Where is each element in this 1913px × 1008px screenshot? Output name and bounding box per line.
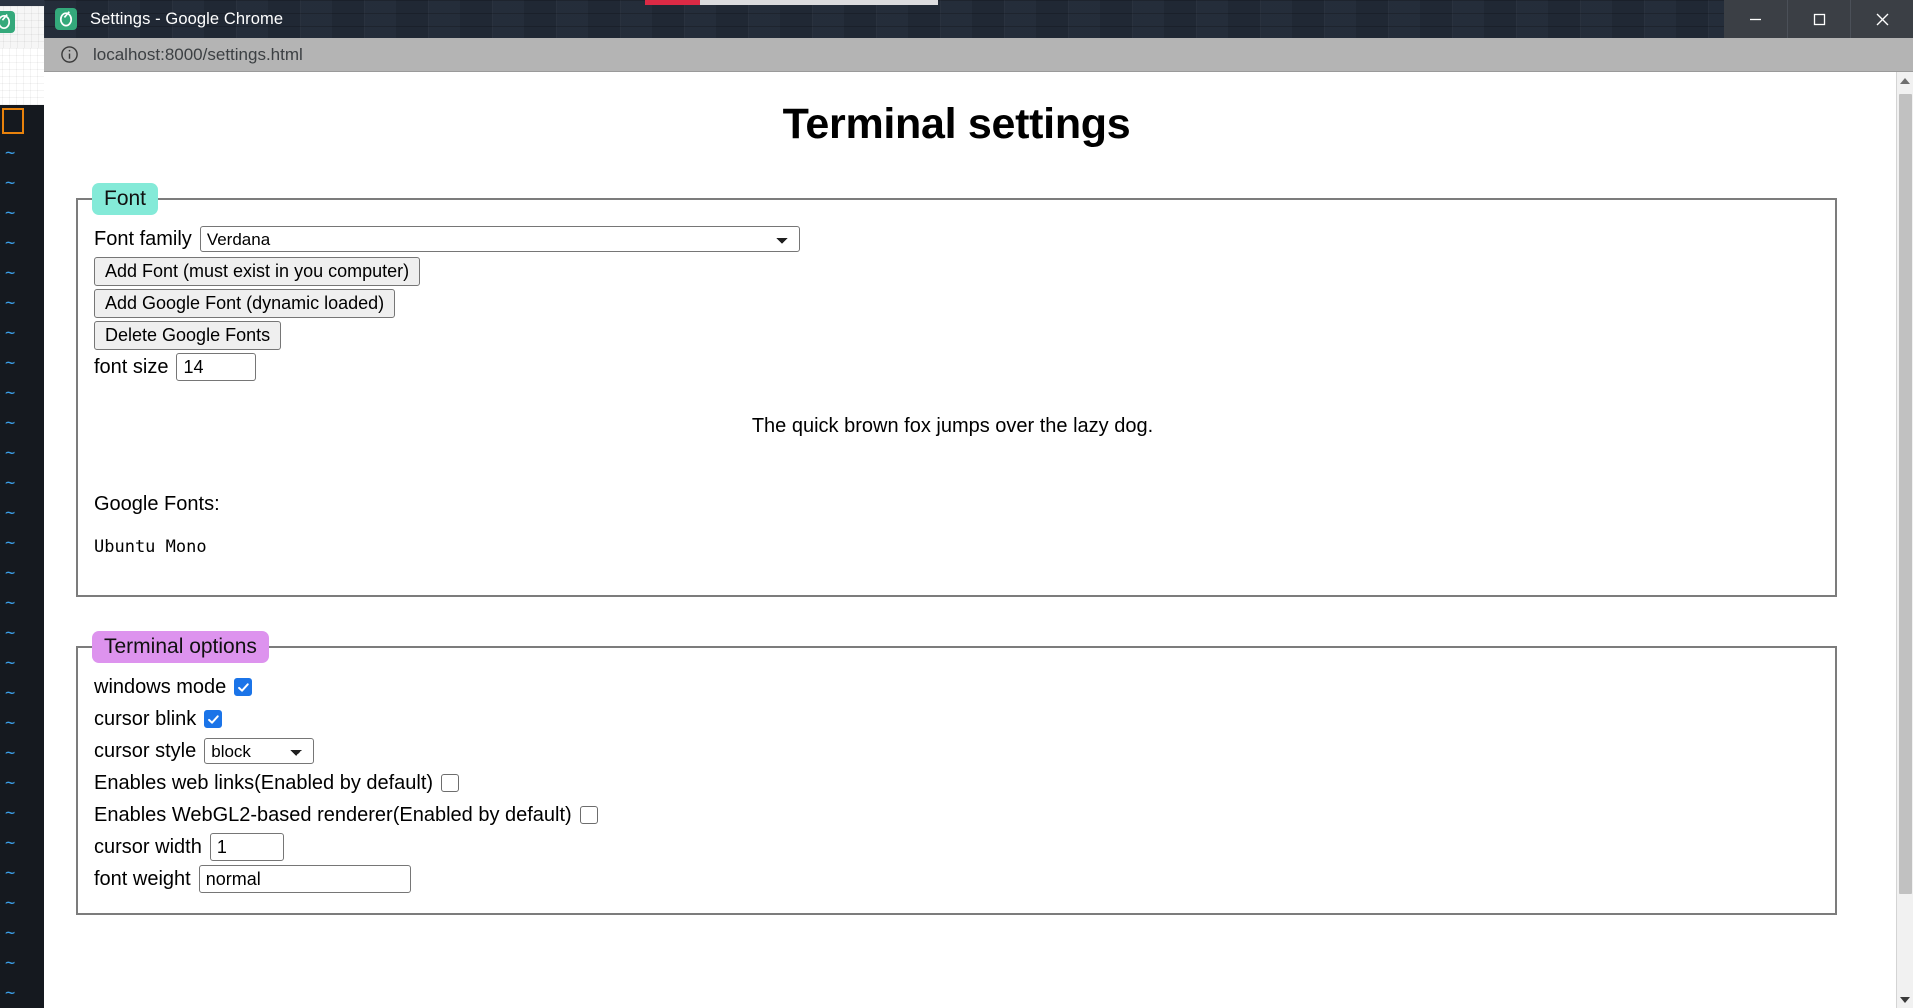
- cursor-blink-label: cursor blink: [94, 707, 197, 730]
- webgl2-checkbox[interactable]: [579, 806, 598, 824]
- terminal-tilde: ~: [5, 533, 16, 553]
- terminal-tilde: ~: [5, 323, 16, 343]
- terminal-tilde: ~: [5, 563, 16, 583]
- terminal-tilde: ~: [5, 923, 16, 943]
- address-bar[interactable]: localhost:8000/settings.html: [44, 38, 1913, 72]
- windows-mode-label: windows mode: [94, 675, 227, 698]
- terminal-tilde: ~: [5, 983, 16, 1003]
- cursor-style-select[interactable]: block: [204, 738, 315, 764]
- terminal-tilde: ~: [5, 893, 16, 913]
- window-title: Settings - Google Chrome: [90, 9, 284, 28]
- scrollbar-thumb[interactable]: [1899, 94, 1912, 894]
- cursor-width-row: cursor width: [78, 833, 1835, 861]
- font-family-label: Font family: [94, 227, 192, 250]
- font-weight-row: font weight: [78, 865, 1835, 893]
- windows-mode-row: windows mode: [78, 673, 1835, 701]
- cursor-style-label: cursor style: [94, 739, 197, 762]
- cursor-blink-row: cursor blink: [78, 705, 1835, 733]
- font-size-row: font size: [78, 353, 1835, 381]
- terminal-tilde: ~: [5, 383, 16, 403]
- font-section-legend: Font: [92, 183, 159, 215]
- terminal-tilde: ~: [5, 353, 16, 373]
- add-google-font-button[interactable]: Add Google Font (dynamic loaded): [94, 289, 396, 318]
- page-content: Terminal settings Font Font family Verda…: [44, 72, 1869, 941]
- terminal-tilde: ~: [5, 233, 16, 253]
- terminal-tilde: ~: [5, 143, 16, 163]
- terminal-tilde: ~: [5, 803, 16, 823]
- terminal-tilde: ~: [5, 953, 16, 973]
- terminal-tilde: ~: [5, 503, 16, 523]
- chrome-browser-window: Settings - Google Chrome localhost:8000/…: [44, 0, 1913, 1008]
- cursor-width-label: cursor width: [94, 835, 202, 858]
- terminal-cursor: [2, 108, 24, 134]
- google-fonts-label: Google Fonts:: [94, 493, 220, 515]
- google-font-list-item[interactable]: Ubuntu Mono: [94, 537, 1835, 557]
- font-weight-label: font weight: [94, 867, 191, 890]
- font-family-row: Font family Verdana: [78, 225, 1835, 253]
- terminal-tilde: ~: [5, 833, 16, 853]
- terminal-tilde: ~: [5, 863, 16, 883]
- terminal-options-section: Terminal options windows mode cursor bli…: [76, 631, 1837, 915]
- top-accent-strip-light: [700, 0, 938, 5]
- font-family-select[interactable]: Verdana: [199, 226, 800, 252]
- delete-google-fonts-button[interactable]: Delete Google Fonts: [94, 321, 282, 350]
- cursor-width-input[interactable]: [209, 833, 284, 861]
- page-viewport: Terminal settings Font Font family Verda…: [44, 72, 1913, 1008]
- windows-mode-checkbox[interactable]: [234, 678, 253, 696]
- terminal-options-legend: Terminal options: [92, 631, 269, 663]
- chevron-up-icon: [1900, 77, 1910, 84]
- terminal-tilde: ~: [5, 443, 16, 463]
- font-size-input[interactable]: [176, 353, 257, 381]
- terminal-tilde: ~: [5, 173, 16, 193]
- top-accent-strip-red: [645, 0, 700, 5]
- window-titlebar[interactable]: Settings - Google Chrome: [44, 0, 1913, 38]
- terminal-tilde: ~: [5, 773, 16, 793]
- web-links-row: Enables web links(Enabled by default): [78, 769, 1835, 797]
- webgl2-label: Enables WebGL2-based renderer(Enabled by…: [94, 803, 572, 826]
- url-text[interactable]: localhost:8000/settings.html: [93, 45, 303, 65]
- app-favicon-icon: [55, 8, 77, 30]
- bottom-spacer: [44, 915, 1869, 941]
- terminal-tilde: ~: [5, 473, 16, 493]
- window-controls: [1724, 0, 1913, 38]
- terminal-tilde: ~: [5, 623, 16, 643]
- minimize-button[interactable]: [1724, 0, 1787, 38]
- terminal-tilde: ~: [5, 293, 16, 313]
- page-title: Terminal settings: [782, 100, 1131, 148]
- cursor-style-row: cursor style block: [78, 737, 1835, 765]
- maximize-button[interactable]: [1787, 0, 1850, 38]
- terminal-tilde: ~: [5, 743, 16, 763]
- terminal-tilde: ~: [5, 713, 16, 733]
- close-button[interactable]: [1850, 0, 1913, 38]
- terminal-tilde: ~: [5, 593, 16, 613]
- terminal-tilde: ~: [5, 653, 16, 673]
- terminal-tilde: ~: [5, 263, 16, 283]
- add-font-button[interactable]: Add Font (must exist in you computer): [94, 257, 421, 286]
- webgl2-row: Enables WebGL2-based renderer(Enabled by…: [78, 801, 1835, 829]
- site-info-icon[interactable]: [60, 45, 79, 64]
- terminal-tilde: ~: [5, 413, 16, 433]
- web-links-checkbox[interactable]: [441, 774, 460, 792]
- vertical-scrollbar[interactable]: [1896, 72, 1913, 1008]
- back-arrow-icon[interactable]: [0, 12, 4, 46]
- terminal-tilde: ~: [5, 203, 16, 223]
- font-preview-text: The quick brown fox jumps over the lazy …: [751, 415, 1154, 437]
- font-weight-input[interactable]: [198, 865, 411, 893]
- scroll-up-button[interactable]: [1897, 72, 1913, 89]
- font-section: Font Font family Verdana Add Font (must …: [76, 183, 1837, 597]
- terminal-tilde: ~: [5, 683, 16, 703]
- scroll-down-button[interactable]: [1897, 991, 1913, 1008]
- web-links-label: Enables web links(Enabled by default): [94, 771, 434, 794]
- cursor-blink-checkbox[interactable]: [204, 710, 223, 728]
- font-size-label: font size: [94, 355, 169, 378]
- chevron-down-icon: [1900, 996, 1910, 1003]
